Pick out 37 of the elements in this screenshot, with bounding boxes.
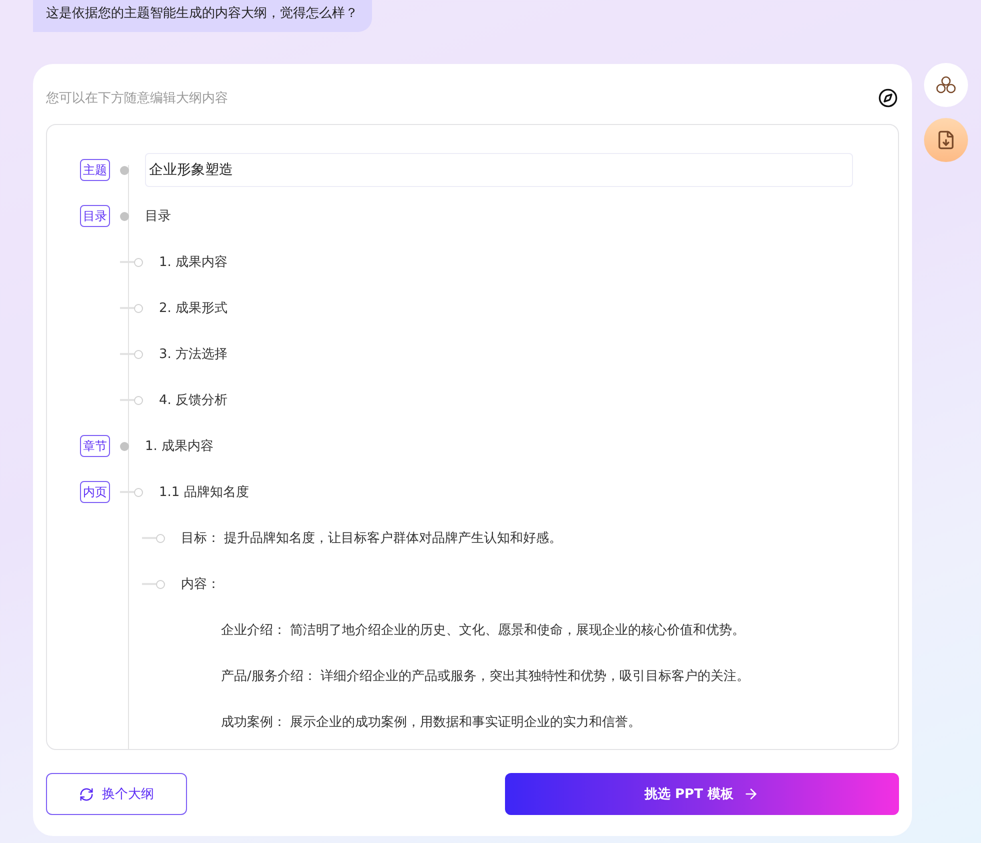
compass-icon[interactable] [878,88,898,108]
document-download-icon [936,130,956,150]
node-ring [134,488,143,496]
refresh-icon [79,786,94,802]
outline-item[interactable]: 目录 [145,207,171,225]
node-dot [120,212,129,220]
node-ring [134,350,143,358]
chat-bubble: 这是依据您的主题智能生成的内容大纲，觉得怎么样？ [33,0,372,32]
outline-item[interactable]: 内容： [181,575,220,593]
outline-item[interactable]: 1.1 品牌知名度 [159,483,249,501]
export-button[interactable] [924,118,968,162]
outline-tag: 主题 [80,159,110,181]
outline-item[interactable]: 2. 成果形式 [159,299,228,317]
outline-item[interactable]: 1. 成果内容 [159,253,228,271]
circles-icon [936,76,956,94]
choose-template-button[interactable]: 挑选 PPT 模板 [505,773,899,815]
outline-tag: 章节 [80,435,110,457]
node-ring [134,396,143,404]
topic-input-field[interactable]: 企业形象塑造 [145,153,853,187]
edit-hint: 您可以在下方随意编辑大纲内容 [46,90,228,107]
node-dot [120,166,129,174]
outline-tag: 内页 [80,481,110,503]
regenerate-button[interactable]: 换个大纲 [46,773,187,815]
shapes-button[interactable] [924,63,968,107]
node-ring [156,580,165,588]
node-dot [120,442,129,450]
node-ring [134,304,143,312]
node-ring [134,258,143,266]
outline-item[interactable]: 3. 方法选择 [159,345,228,363]
outline-item[interactable]: 4. 反馈分析 [159,391,228,409]
outline-item[interactable]: 1. 成果内容 [145,437,214,455]
node-ring [156,534,165,542]
outline-item[interactable]: 企业介绍： 简洁明了地介绍企业的历史、文化、愿景和使命，展现企业的核心价值和优势。 [221,621,746,639]
outline-item[interactable]: 目标： 提升品牌知名度，让目标客户群体对品牌产生认知和好感。 [181,529,562,547]
outline-item[interactable]: 产品/服务介绍： 详细介绍企业的产品或服务，突出其独特性和优势，吸引目标客户的关注。 [221,667,750,685]
outline-item[interactable]: 成功案例： 展示企业的成功案例，用数据和事实证明企业的实力和信誉。 [221,713,642,731]
outline-tag: 目录 [80,205,110,227]
